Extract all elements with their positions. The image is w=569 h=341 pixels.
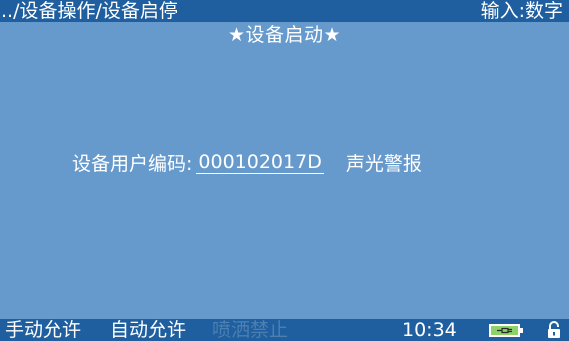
auto-allow-button[interactable]: 自动允许	[110, 319, 186, 341]
breadcrumb[interactable]: ../设备操作/设备启停	[1, 0, 178, 22]
device-code-row: 设备用户编码: 000102017D 声光警报	[72, 148, 422, 176]
clock: 10:34	[402, 319, 457, 341]
header-bar: ../设备操作/设备启停 输入:数字	[0, 0, 569, 22]
battery-charging-icon	[489, 324, 523, 337]
device-code-field[interactable]: 000102017D	[196, 151, 324, 174]
page-title: ★设备启动★	[227, 24, 342, 46]
lock-open-icon	[548, 321, 560, 338]
manual-allow-button[interactable]: 手动允许	[5, 319, 81, 341]
input-mode-indicator: 输入:数字	[480, 0, 563, 22]
alarm-label[interactable]: 声光警报	[346, 149, 422, 176]
footer-bar: 手动允许 自动允许 喷洒禁止 10:34	[0, 319, 569, 341]
device-code-label: 设备用户编码:	[72, 152, 193, 175]
spray-forbid-button: 喷洒禁止	[212, 319, 289, 341]
